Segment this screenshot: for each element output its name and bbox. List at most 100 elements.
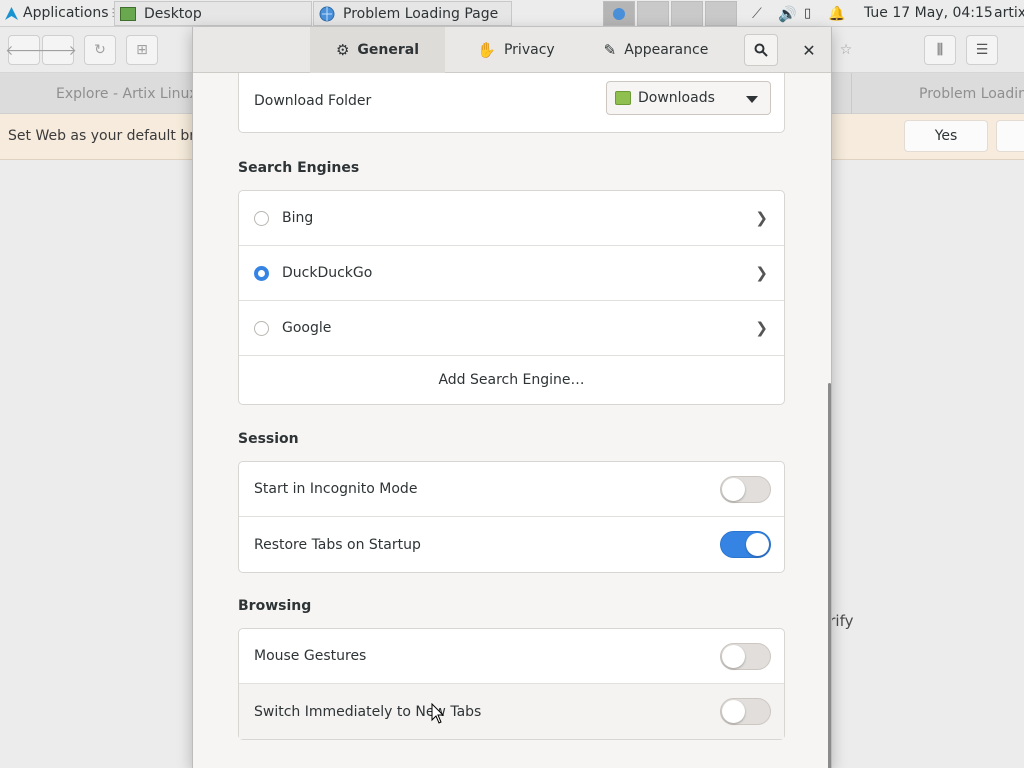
add-search-engine-label: Add Search Engine… — [438, 372, 585, 388]
mouse-gestures-label: Mouse Gestures — [254, 648, 367, 664]
chevron-right-icon: ❯ — [755, 264, 768, 282]
tab-general[interactable]: ⚙ General — [310, 27, 445, 73]
mouse-cursor-icon — [431, 703, 445, 724]
search-engine-bing[interactable]: Bing ❯ — [239, 191, 784, 246]
tab-problem-loading[interactable]: Problem Loading — [851, 73, 1024, 114]
library-button[interactable]: ⫼ — [924, 35, 956, 65]
battery-icon[interactable]: ▯ — [804, 6, 828, 21]
incognito-row: Start in Incognito Mode — [239, 462, 784, 517]
incognito-label: Start in Incognito Mode — [254, 481, 418, 497]
session-card: Start in Incognito Mode Restore Tabs on … — [238, 461, 785, 573]
new-tab-button[interactable]: ⊞ — [126, 35, 158, 65]
search-engine-google[interactable]: Google ❯ — [239, 301, 784, 356]
infobar-no-button[interactable] — [996, 120, 1024, 152]
download-folder-row: Download Folder Downloads — [239, 73, 784, 131]
browsing-card: Mouse Gestures Switch Immediately to New… — [238, 628, 785, 740]
session-title: Session — [238, 431, 299, 447]
mouse-gestures-toggle[interactable] — [720, 643, 771, 670]
library-icon: ⫼ — [936, 42, 944, 58]
volume-icon[interactable]: 🔊 — [778, 5, 804, 23]
restore-tabs-toggle[interactable] — [720, 531, 771, 558]
close-icon: ✕ — [802, 40, 816, 60]
search-engines-title: Search Engines — [238, 160, 360, 176]
radio-button-selected[interactable] — [254, 265, 269, 281]
radio-button[interactable] — [254, 320, 269, 336]
download-card: Download Folder Downloads — [238, 73, 785, 133]
close-button[interactable]: ✕ — [794, 35, 824, 65]
clock[interactable]: Tue 17 May, 04:15 — [864, 5, 993, 21]
forward-arrow-icon: 🡒 — [39, 42, 77, 59]
star-icon: ☆ — [839, 42, 853, 58]
hamburger-icon: ☰ — [975, 42, 989, 58]
tab-explore[interactable]: Explore - Artix Linux — [56, 73, 192, 114]
pencil-icon: ✎ — [603, 41, 617, 59]
toggle-knob — [722, 645, 745, 668]
chevron-right-icon: ❯ — [755, 209, 768, 227]
switch-new-tabs-label: Switch Immediately to New Tabs — [254, 703, 482, 720]
back-arrow-icon: 🡐 — [5, 42, 43, 59]
workspace-2[interactable] — [637, 1, 669, 26]
switch-new-tabs-row: Switch Immediately to New Tabs — [239, 684, 784, 739]
toggle-knob — [746, 533, 769, 556]
tab-label: Explore - Artix Linux — [56, 85, 192, 102]
switch-new-tabs-toggle[interactable] — [720, 698, 771, 725]
radio-button[interactable] — [254, 210, 269, 226]
restore-tabs-label: Restore Tabs on Startup — [254, 536, 421, 553]
search-engines-card: Bing ❯ DuckDuckGo ❯ Google ❯ Add Search … — [238, 190, 785, 405]
user-menu[interactable]: artix — [994, 5, 1024, 21]
search-button[interactable] — [744, 34, 778, 66]
reload-icon: ↻ — [94, 42, 106, 58]
applications-menu[interactable]: Applications ☰ — [0, 0, 126, 27]
restore-tabs-row: Restore Tabs on Startup — [239, 517, 784, 572]
reload-button[interactable]: ↻ — [84, 35, 116, 65]
globe-icon — [319, 6, 335, 21]
search-icon — [754, 43, 768, 57]
infobar-yes-button[interactable]: Yes — [904, 120, 988, 152]
tab-label: Appearance — [624, 42, 709, 58]
incognito-toggle[interactable] — [720, 476, 771, 503]
top-panel: Applications ☰ Desktop Problem Loading P… — [0, 0, 1024, 27]
engine-label: DuckDuckGo — [282, 265, 373, 281]
network-icon[interactable]: ⟋ — [752, 6, 772, 22]
toggle-knob — [722, 478, 745, 501]
notifications-icon[interactable]: 🔔 — [828, 6, 850, 22]
workspace-3[interactable] — [671, 1, 703, 26]
task-label: Problem Loading Page — [343, 5, 499, 22]
add-search-engine-button[interactable]: Add Search Engine… — [239, 356, 784, 404]
workspace-1[interactable] — [603, 1, 635, 26]
browsing-title: Browsing — [238, 598, 312, 614]
tab-privacy[interactable]: ✋ Privacy — [446, 27, 586, 73]
infobar-message: Set Web as your default bro — [8, 128, 204, 144]
menu-button[interactable]: ☰ — [966, 35, 998, 65]
bookmark-button[interactable]: ☆ — [830, 35, 862, 65]
system-tray: ⟋ 🔊 ▯ 🔔 — [752, 0, 850, 27]
search-engine-duckduckgo[interactable]: DuckDuckGo ❯ — [239, 246, 784, 301]
folder-icon — [615, 91, 631, 105]
desktop-icon — [120, 6, 136, 21]
back-button[interactable]: 🡐 — [5, 35, 43, 65]
download-folder-label: Download Folder — [254, 93, 372, 109]
tab-label: Problem Loading — [919, 85, 1024, 102]
preferences-dialog: ⚙ General ✋ Privacy ✎ Appearance ✕ Downl… — [192, 27, 832, 768]
artix-logo-icon — [5, 6, 18, 20]
preferences-scroll-area[interactable]: Download Folder Downloads Search Engines… — [193, 73, 831, 768]
task-desktop[interactable]: Desktop — [114, 1, 312, 26]
chevron-right-icon: ❯ — [755, 319, 768, 337]
chevron-down-icon — [746, 96, 758, 103]
plus-icon: ⊞ — [136, 42, 148, 58]
download-folder-dropdown[interactable]: Downloads — [606, 81, 771, 115]
tab-label: General — [357, 42, 420, 58]
engine-label: Bing — [282, 210, 314, 226]
engine-label: Google — [282, 320, 332, 336]
dialog-headerbar: ⚙ General ✋ Privacy ✎ Appearance ✕ — [193, 27, 831, 73]
forward-button[interactable]: 🡒 — [39, 35, 77, 65]
workspace-4[interactable] — [705, 1, 737, 26]
globe-icon — [613, 8, 625, 20]
tab-appearance[interactable]: ✎ Appearance — [586, 27, 726, 73]
task-problem-loading-page[interactable]: Problem Loading Page — [313, 1, 512, 26]
toggle-knob — [722, 700, 745, 723]
mouse-gestures-row: Mouse Gestures — [239, 629, 784, 684]
scrollbar[interactable] — [828, 383, 831, 768]
applications-label: Applications — [23, 5, 109, 21]
gear-icon: ⚙ — [335, 41, 350, 59]
